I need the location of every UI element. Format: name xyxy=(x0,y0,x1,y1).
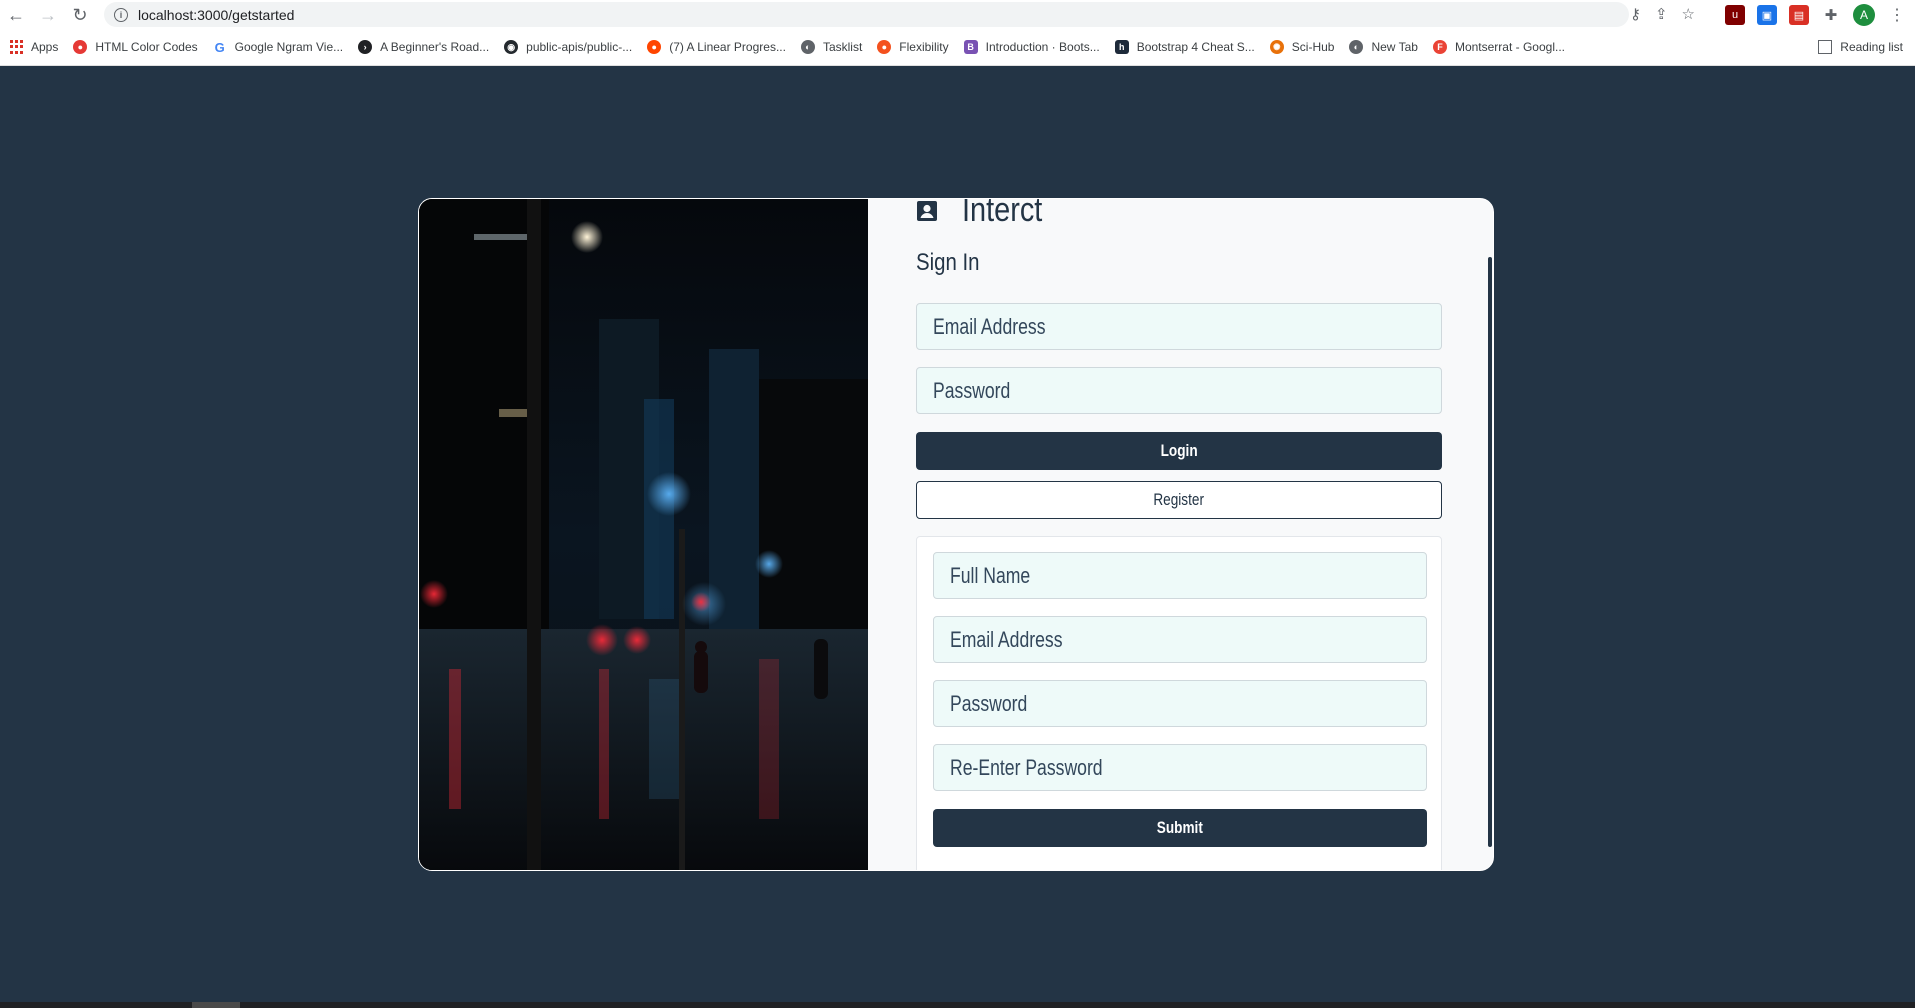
share-icon[interactable]: ⇪ xyxy=(1655,5,1668,23)
brand-name: Interct xyxy=(962,198,1043,229)
bookmark-item[interactable]: ● (7) A Linear Progres... xyxy=(647,40,786,54)
browser-chrome: ← → ↻ i localhost:3000/getstarted ⚷ ⇪ ☆ … xyxy=(0,0,1915,66)
reenter-password-field[interactable]: Re-Enter Password xyxy=(933,744,1427,791)
login-password-field[interactable]: Password xyxy=(916,367,1442,414)
bookmark-favicon-icon: h xyxy=(1114,40,1129,54)
globe-icon: ◐ xyxy=(800,40,815,54)
brand: Interct xyxy=(916,198,1056,230)
extensions-area: u ▣ ▤ ✚ A ⋮ xyxy=(1725,4,1907,26)
star-icon[interactable]: ☆ xyxy=(1682,5,1695,23)
bookmark-item[interactable]: ◐ New Tab xyxy=(1349,40,1418,54)
apps-grid-icon xyxy=(10,40,23,54)
bookmark-item[interactable]: ● Flexibility xyxy=(877,40,949,54)
login-button[interactable]: Login xyxy=(916,432,1442,470)
bookmark-item[interactable]: ✺ Sci-Hub xyxy=(1269,40,1334,54)
screenshot-ext-icon[interactable]: ▣ xyxy=(1757,5,1777,25)
reddit-icon: ● xyxy=(647,40,662,54)
login-email-placeholder: Email Address xyxy=(933,313,1046,339)
register-email-field[interactable]: Email Address xyxy=(933,616,1427,663)
ublock-icon[interactable]: u xyxy=(1725,5,1745,25)
login-email-field[interactable]: Email Address xyxy=(916,303,1442,350)
user-badge-icon xyxy=(917,200,937,221)
bookmark-favicon-icon: ● xyxy=(877,40,892,54)
bookmarks-bar: Apps ● HTML Color Codes G Google Ngram Vie… xyxy=(0,34,1915,60)
bookmark-item[interactable]: G Google Ngram Vie... xyxy=(213,39,344,55)
login-password-placeholder: Password xyxy=(933,377,1011,403)
register-button[interactable]: Register xyxy=(916,481,1442,519)
bookmark-item[interactable]: › A Beginner's Road... xyxy=(358,40,489,54)
submit-button[interactable]: Submit xyxy=(933,809,1427,847)
bookmark-item[interactable]: F Montserrat - Googl... xyxy=(1432,40,1565,54)
register-password-field[interactable]: Password xyxy=(933,680,1427,727)
bookmark-item[interactable]: h Bootstrap 4 Cheat S... xyxy=(1114,40,1255,54)
bookmark-item[interactable]: B Introduction · Boots... xyxy=(963,40,1100,54)
reading-list-button[interactable]: Reading list xyxy=(1818,34,1903,60)
bootstrap-icon: B xyxy=(963,40,978,54)
key-icon[interactable]: ⚷ xyxy=(1630,5,1641,23)
scrollbar-thumb[interactable] xyxy=(192,1002,240,1008)
auth-panel: Interct Sign In Email Address Password L… xyxy=(868,198,1493,870)
bookmark-item[interactable]: ◐ Tasklist xyxy=(800,40,862,54)
panel-scrollbar[interactable] xyxy=(1488,257,1492,847)
window-scrollbar[interactable] xyxy=(0,1002,1915,1008)
github-icon: ◉ xyxy=(504,40,519,54)
back-arrow-icon[interactable]: ← xyxy=(0,0,32,30)
bookmark-item[interactable]: ● HTML Color Codes xyxy=(73,40,198,54)
full-name-field[interactable]: Full Name xyxy=(933,552,1427,599)
google-fonts-icon: F xyxy=(1432,40,1447,54)
profile-avatar[interactable]: A xyxy=(1853,4,1875,26)
pdf-ext-icon[interactable]: ▤ xyxy=(1789,5,1809,25)
google-favicon-icon: G xyxy=(214,39,225,55)
menu-kebab-icon[interactable]: ⋮ xyxy=(1887,5,1907,25)
forward-arrow-icon[interactable]: → xyxy=(32,0,64,30)
city-night-photo xyxy=(419,199,868,870)
reload-icon[interactable]: ↻ xyxy=(64,0,96,30)
address-row: ← → ↻ i localhost:3000/getstarted ⚷ ⇪ ☆ … xyxy=(0,0,1915,30)
globe-icon: ◐ xyxy=(1349,40,1364,54)
sign-in-heading: Sign In xyxy=(916,249,980,276)
address-actions: ⚷ ⇪ ☆ xyxy=(1630,5,1695,23)
bookmark-favicon-icon: › xyxy=(358,40,373,54)
puzzle-icon[interactable]: ✚ xyxy=(1821,5,1841,25)
bookmark-favicon-icon: ● xyxy=(73,40,88,54)
city-night-image xyxy=(419,199,868,870)
url-text: localhost:3000/getstarted xyxy=(138,6,295,23)
reading-list-icon xyxy=(1818,40,1833,54)
bookmark-item[interactable]: ◉ public-apis/public-... xyxy=(504,40,632,54)
site-info-icon[interactable]: i xyxy=(114,7,128,22)
scihub-icon: ✺ xyxy=(1269,40,1284,54)
address-bar[interactable]: i localhost:3000/getstarted xyxy=(104,2,1629,27)
bookmark-apps[interactable]: Apps xyxy=(10,40,58,54)
auth-card: Interct Sign In Email Address Password L… xyxy=(418,198,1494,871)
register-form: Full Name Email Address Password Re-Ente… xyxy=(916,536,1442,870)
